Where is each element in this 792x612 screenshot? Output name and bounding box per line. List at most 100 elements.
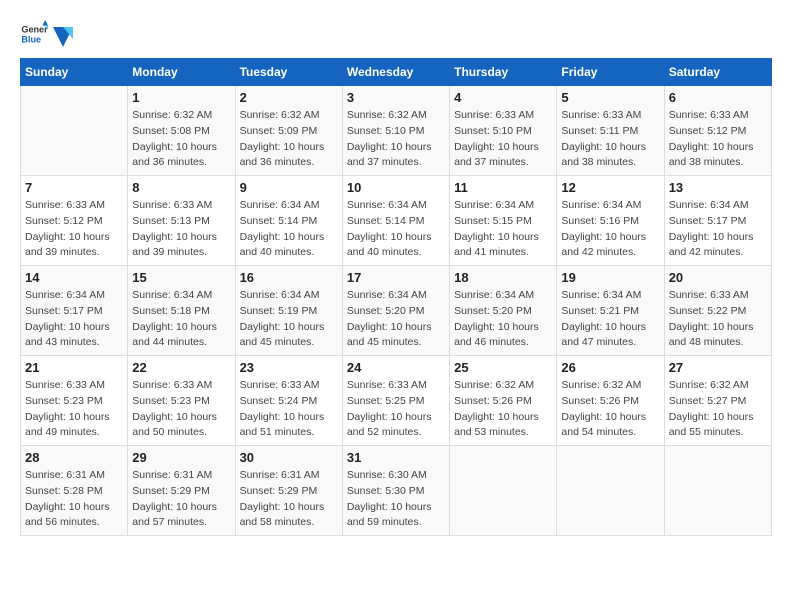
day-detail: Sunrise: 6:34 AM Sunset: 5:14 PM Dayligh…: [240, 198, 338, 261]
logo-icon: General Blue: [20, 20, 48, 48]
day-number: 25: [454, 360, 552, 375]
calendar-cell: 24Sunrise: 6:33 AM Sunset: 5:25 PM Dayli…: [342, 356, 449, 446]
calendar-table: SundayMondayTuesdayWednesdayThursdayFrid…: [20, 58, 772, 536]
week-row-2: 7Sunrise: 6:33 AM Sunset: 5:12 PM Daylig…: [21, 176, 772, 266]
day-detail: Sunrise: 6:31 AM Sunset: 5:28 PM Dayligh…: [25, 468, 123, 531]
day-number: 8: [132, 180, 230, 195]
calendar-cell: 18 Sunrise: 6:34 AM Sunset: 5:20 PM Dayli…: [450, 266, 557, 356]
calendar-cell: 5 Sunrise: 6:33 AM Sunset: 5:11 PM Daylig…: [557, 86, 664, 176]
day-detail: Sunrise: 6:34 AM Sunset: 5:16 PM Dayligh…: [561, 198, 659, 261]
calendar-cell: 29 Sunrise: 6:31 AM Sunset: 5:29 PM Dayli…: [128, 446, 235, 536]
calendar-cell: 27Sunrise: 6:32 AM Sunset: 5:27 PM Dayli…: [664, 356, 771, 446]
day-number: 31: [347, 450, 445, 465]
day-detail: Sunrise: 6:33 AM Sunset: 5:11 PM Dayligh…: [561, 108, 659, 171]
day-number: 12: [561, 180, 659, 195]
day-number: 28: [25, 450, 123, 465]
day-detail: Sunrise: 6:33 AM Sunset: 5:23 PM Dayligh…: [132, 378, 230, 441]
day-detail: Sunrise: 6:34 AM Sunset: 5:19 PM Dayligh…: [240, 288, 338, 351]
day-number: 30: [240, 450, 338, 465]
day-number: 19: [561, 270, 659, 285]
header-day-thursday: Thursday: [450, 59, 557, 86]
calendar-cell: [557, 446, 664, 536]
day-number: 1: [132, 90, 230, 105]
calendar-cell: 19 Sunrise: 6:34 AM Sunset: 5:21 PM Dayli…: [557, 266, 664, 356]
day-number: 9: [240, 180, 338, 195]
svg-text:General: General: [21, 25, 48, 35]
day-number: 20: [669, 270, 767, 285]
day-detail: Sunrise: 6:33 AM Sunset: 5:12 PM Dayligh…: [669, 108, 767, 171]
week-row-4: 21 Sunrise: 6:33 AM Sunset: 5:23 PM Dayli…: [21, 356, 772, 446]
header-day-monday: Monday: [128, 59, 235, 86]
day-detail: Sunrise: 6:32 AM Sunset: 5:09 PM Dayligh…: [240, 108, 338, 171]
page-header: General Blue: [20, 20, 772, 48]
calendar-cell: [664, 446, 771, 536]
day-number: 22: [132, 360, 230, 375]
day-number: 16: [240, 270, 338, 285]
day-number: 29: [132, 450, 230, 465]
header-day-tuesday: Tuesday: [235, 59, 342, 86]
calendar-cell: 14Sunrise: 6:34 AM Sunset: 5:17 PM Dayli…: [21, 266, 128, 356]
day-detail: Sunrise: 6:34 AM Sunset: 5:20 PM Dayligh…: [454, 288, 552, 351]
calendar-cell: 11 Sunrise: 6:34 AM Sunset: 5:15 PM Dayli…: [450, 176, 557, 266]
calendar-cell: 1 Sunrise: 6:32 AM Sunset: 5:08 PM Daylig…: [128, 86, 235, 176]
header-day-friday: Friday: [557, 59, 664, 86]
day-detail: Sunrise: 6:33 AM Sunset: 5:10 PM Dayligh…: [454, 108, 552, 171]
calendar-cell: 13Sunrise: 6:34 AM Sunset: 5:17 PM Dayli…: [664, 176, 771, 266]
calendar-cell: 6Sunrise: 6:33 AM Sunset: 5:12 PM Daylig…: [664, 86, 771, 176]
day-number: 15: [132, 270, 230, 285]
logo: General Blue: [20, 20, 74, 48]
day-detail: Sunrise: 6:32 AM Sunset: 5:08 PM Dayligh…: [132, 108, 230, 171]
calendar-cell: 23Sunrise: 6:33 AM Sunset: 5:24 PM Dayli…: [235, 356, 342, 446]
calendar-cell: 7Sunrise: 6:33 AM Sunset: 5:12 PM Daylig…: [21, 176, 128, 266]
calendar-cell: 28 Sunrise: 6:31 AM Sunset: 5:28 PM Dayli…: [21, 446, 128, 536]
calendar-cell: 30 Sunrise: 6:31 AM Sunset: 5:29 PM Dayli…: [235, 446, 342, 536]
day-detail: Sunrise: 6:31 AM Sunset: 5:29 PM Dayligh…: [132, 468, 230, 531]
day-detail: Sunrise: 6:34 AM Sunset: 5:14 PM Dayligh…: [347, 198, 445, 261]
day-number: 3: [347, 90, 445, 105]
logo-triangle-icon: [53, 27, 73, 47]
day-number: 21: [25, 360, 123, 375]
day-number: 10: [347, 180, 445, 195]
day-detail: Sunrise: 6:33 AM Sunset: 5:23 PM Dayligh…: [25, 378, 123, 441]
calendar-cell: [450, 446, 557, 536]
day-detail: Sunrise: 6:32 AM Sunset: 5:26 PM Dayligh…: [454, 378, 552, 441]
day-detail: Sunrise: 6:30 AM Sunset: 5:30 PM Dayligh…: [347, 468, 445, 531]
day-number: 7: [25, 180, 123, 195]
svg-text:Blue: Blue: [21, 34, 41, 44]
day-detail: Sunrise: 6:32 AM Sunset: 5:26 PM Dayligh…: [561, 378, 659, 441]
calendar-cell: 4Sunrise: 6:33 AM Sunset: 5:10 PM Daylig…: [450, 86, 557, 176]
day-detail: Sunrise: 6:34 AM Sunset: 5:17 PM Dayligh…: [669, 198, 767, 261]
day-number: 11: [454, 180, 552, 195]
day-detail: Sunrise: 6:34 AM Sunset: 5:18 PM Dayligh…: [132, 288, 230, 351]
calendar-cell: 16 Sunrise: 6:34 AM Sunset: 5:19 PM Dayli…: [235, 266, 342, 356]
calendar-cell: 9 Sunrise: 6:34 AM Sunset: 5:14 PM Daylig…: [235, 176, 342, 266]
logo-text: [52, 27, 74, 47]
day-detail: Sunrise: 6:34 AM Sunset: 5:17 PM Dayligh…: [25, 288, 123, 351]
calendar-cell: 17Sunrise: 6:34 AM Sunset: 5:20 PM Dayli…: [342, 266, 449, 356]
header-day-saturday: Saturday: [664, 59, 771, 86]
header-day-sunday: Sunday: [21, 59, 128, 86]
week-row-1: 1 Sunrise: 6:32 AM Sunset: 5:08 PM Daylig…: [21, 86, 772, 176]
day-detail: Sunrise: 6:32 AM Sunset: 5:10 PM Dayligh…: [347, 108, 445, 171]
week-row-3: 14Sunrise: 6:34 AM Sunset: 5:17 PM Dayli…: [21, 266, 772, 356]
calendar-cell: 21 Sunrise: 6:33 AM Sunset: 5:23 PM Dayli…: [21, 356, 128, 446]
day-detail: Sunrise: 6:34 AM Sunset: 5:15 PM Dayligh…: [454, 198, 552, 261]
day-detail: Sunrise: 6:32 AM Sunset: 5:27 PM Dayligh…: [669, 378, 767, 441]
day-detail: Sunrise: 6:33 AM Sunset: 5:13 PM Dayligh…: [132, 198, 230, 261]
day-detail: Sunrise: 6:31 AM Sunset: 5:29 PM Dayligh…: [240, 468, 338, 531]
calendar-header-row: SundayMondayTuesdayWednesdayThursdayFrid…: [21, 59, 772, 86]
calendar-cell: 15 Sunrise: 6:34 AM Sunset: 5:18 PM Dayli…: [128, 266, 235, 356]
calendar-cell: 20 Sunrise: 6:33 AM Sunset: 5:22 PM Dayli…: [664, 266, 771, 356]
day-number: 23: [240, 360, 338, 375]
calendar-cell: 26Sunrise: 6:32 AM Sunset: 5:26 PM Dayli…: [557, 356, 664, 446]
day-number: 24: [347, 360, 445, 375]
week-row-5: 28 Sunrise: 6:31 AM Sunset: 5:28 PM Dayli…: [21, 446, 772, 536]
calendar-cell: 8 Sunrise: 6:33 AM Sunset: 5:13 PM Daylig…: [128, 176, 235, 266]
day-number: 2: [240, 90, 338, 105]
day-number: 5: [561, 90, 659, 105]
day-number: 18: [454, 270, 552, 285]
calendar-cell: 12 Sunrise: 6:34 AM Sunset: 5:16 PM Dayli…: [557, 176, 664, 266]
day-detail: Sunrise: 6:33 AM Sunset: 5:22 PM Dayligh…: [669, 288, 767, 351]
day-detail: Sunrise: 6:34 AM Sunset: 5:21 PM Dayligh…: [561, 288, 659, 351]
calendar-cell: 2 Sunrise: 6:32 AM Sunset: 5:09 PM Daylig…: [235, 86, 342, 176]
